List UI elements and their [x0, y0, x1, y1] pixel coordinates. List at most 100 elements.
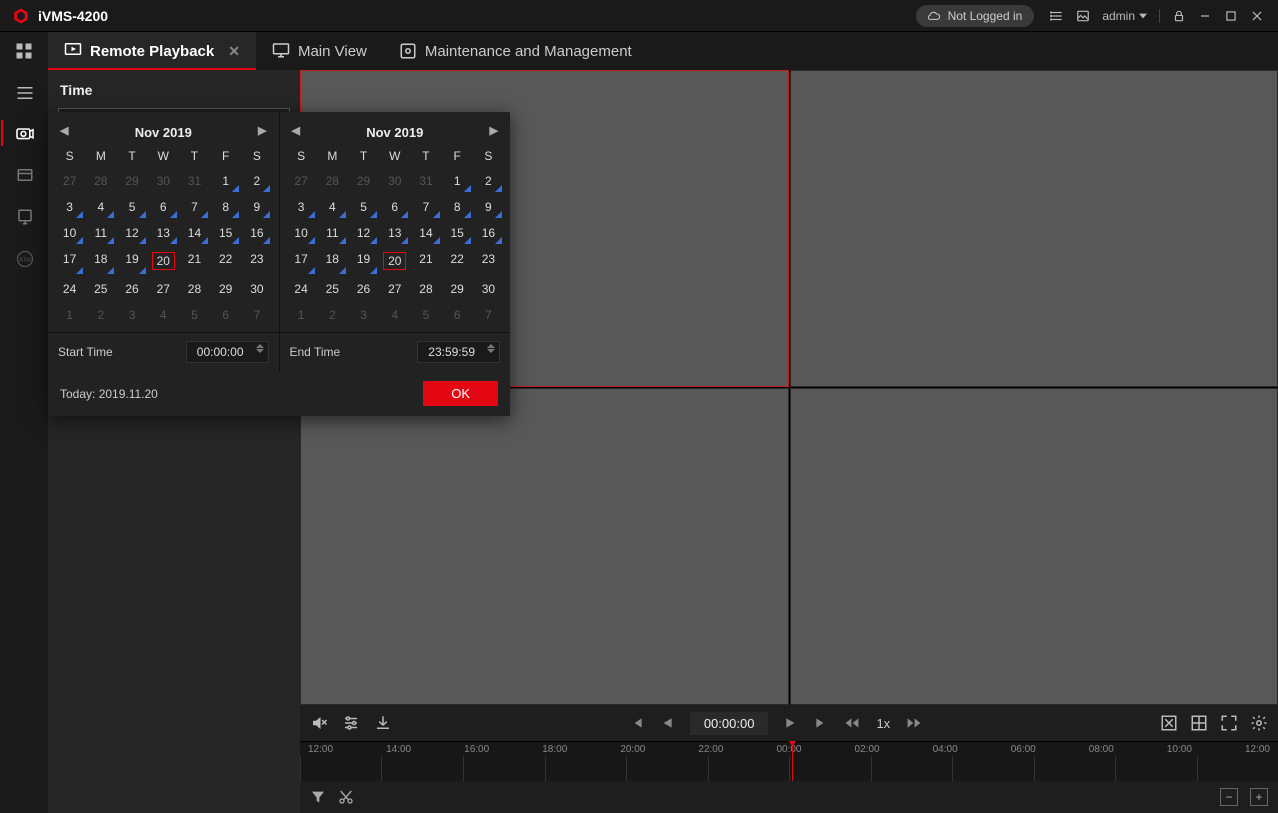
spin-up-icon[interactable] [256, 344, 264, 348]
event-mode-icon[interactable] [7, 158, 43, 192]
calendar-day[interactable]: 28 [85, 168, 116, 194]
calendar-day[interactable]: 7 [179, 194, 210, 220]
calendar-day[interactable]: 29 [348, 168, 379, 194]
calendar-day[interactable]: 16 [473, 220, 504, 246]
maximize-icon[interactable] [1223, 8, 1239, 24]
calendar-day[interactable]: 20 [379, 246, 410, 276]
tab-main-view[interactable]: Main View [256, 32, 383, 70]
calendar-day[interactable]: 3 [286, 194, 317, 220]
fullscreen-icon[interactable] [1220, 714, 1238, 732]
calendar-day[interactable]: 20 [148, 246, 179, 276]
calendar-day[interactable]: 11 [317, 220, 348, 246]
calendar-day[interactable]: 14 [410, 220, 441, 246]
timeline-cursor[interactable] [792, 742, 793, 781]
calendar-day[interactable]: 6 [379, 194, 410, 220]
menu-list-icon[interactable] [1049, 8, 1065, 24]
calendar-day[interactable]: 22 [210, 246, 241, 276]
calendar-day[interactable]: 7 [410, 194, 441, 220]
calendar-day[interactable]: 4 [148, 302, 179, 328]
hamburger-icon[interactable] [7, 78, 43, 108]
next-month-icon[interactable]: ▶ [258, 124, 266, 137]
calendar-day[interactable]: 15 [442, 220, 473, 246]
calendar-day[interactable]: 30 [148, 168, 179, 194]
end-time-input[interactable]: 23:59:59 [417, 341, 500, 363]
app-grid-button[interactable] [0, 32, 48, 70]
calendar-day[interactable]: 26 [116, 276, 147, 302]
calendar-day[interactable]: 24 [54, 276, 85, 302]
calendar-day[interactable]: 23 [241, 246, 272, 276]
calendar-day[interactable]: 23 [473, 246, 504, 276]
calendar-day[interactable]: 9 [241, 194, 272, 220]
calendar-day[interactable]: 8 [210, 194, 241, 220]
video-cell[interactable] [790, 388, 1278, 705]
calendar-day[interactable]: 10 [54, 220, 85, 246]
calendar-day[interactable]: 29 [210, 276, 241, 302]
settings-slider-icon[interactable] [342, 714, 360, 732]
minimize-icon[interactable] [1197, 8, 1213, 24]
close-icon[interactable] [1249, 8, 1265, 24]
calendar-day[interactable]: 13 [148, 220, 179, 246]
calendar-day[interactable]: 21 [179, 246, 210, 276]
calendar-day[interactable]: 1 [442, 168, 473, 194]
calendar-day[interactable]: 28 [179, 276, 210, 302]
expand-button[interactable]: + [1250, 788, 1268, 806]
play-icon[interactable] [784, 716, 798, 730]
spin-down-icon[interactable] [487, 349, 495, 353]
start-time-input[interactable]: 00:00:00 [186, 341, 269, 363]
calendar-day[interactable]: 2 [317, 302, 348, 328]
calendar-day[interactable]: 28 [317, 168, 348, 194]
reverse-play-icon[interactable] [660, 716, 674, 730]
calendar-day[interactable]: 31 [410, 168, 441, 194]
calendar-day[interactable]: 6 [210, 302, 241, 328]
tab-maintenance[interactable]: Maintenance and Management [383, 32, 648, 70]
calendar-day[interactable]: 7 [473, 302, 504, 328]
calendar-day[interactable]: 1 [286, 302, 317, 328]
calendar-day[interactable]: 5 [116, 194, 147, 220]
calendar-day[interactable]: 12 [348, 220, 379, 246]
calendar-day[interactable]: 9 [473, 194, 504, 220]
calendar-day[interactable]: 29 [116, 168, 147, 194]
prev-frame-icon[interactable] [630, 716, 644, 730]
calendar-day[interactable]: 5 [179, 302, 210, 328]
calendar-day[interactable]: 2 [241, 168, 272, 194]
image-icon[interactable] [1075, 8, 1091, 24]
calendar-day[interactable]: 16 [241, 220, 272, 246]
calendar-day[interactable]: 27 [54, 168, 85, 194]
calendar-day[interactable]: 5 [410, 302, 441, 328]
calendar-day[interactable]: 18 [85, 246, 116, 276]
calendar-day[interactable]: 2 [473, 168, 504, 194]
calendar-day[interactable]: 31 [179, 168, 210, 194]
calendar-day[interactable]: 15 [210, 220, 241, 246]
calendar-day[interactable]: 3 [348, 302, 379, 328]
spin-down-icon[interactable] [256, 349, 264, 353]
calendar-day[interactable]: 25 [85, 276, 116, 302]
next-frame-icon[interactable] [814, 716, 828, 730]
calendar-day[interactable]: 6 [148, 194, 179, 220]
calendar-day[interactable]: 28 [410, 276, 441, 302]
calendar-day[interactable]: 26 [348, 276, 379, 302]
fast-forward-icon[interactable] [906, 716, 922, 730]
tab-close-icon[interactable]: ✕ [228, 43, 240, 60]
calendar-day[interactable]: 3 [116, 302, 147, 328]
collapse-button[interactable]: − [1220, 788, 1238, 806]
calendar-day[interactable]: 4 [379, 302, 410, 328]
download-icon[interactable] [374, 714, 392, 732]
calendar-day[interactable]: 12 [116, 220, 147, 246]
device-mode-icon[interactable] [7, 200, 43, 234]
stop-all-icon[interactable] [1160, 714, 1178, 732]
calendar-day[interactable]: 17 [54, 246, 85, 276]
calendar-day[interactable]: 13 [379, 220, 410, 246]
calendar-day[interactable]: 29 [442, 276, 473, 302]
calendar-day[interactable]: 14 [179, 220, 210, 246]
calendar-day[interactable]: 7 [241, 302, 272, 328]
calendar-day[interactable]: 30 [241, 276, 272, 302]
calendar-day[interactable]: 4 [85, 194, 116, 220]
calendar-day[interactable]: 19 [348, 246, 379, 276]
video-cell[interactable] [300, 388, 789, 705]
atm-mode-icon[interactable]: ATM [7, 242, 43, 276]
ok-button[interactable]: OK [423, 381, 498, 406]
calendar-day[interactable]: 17 [286, 246, 317, 276]
calendar-day[interactable]: 30 [379, 168, 410, 194]
layout-icon[interactable] [1190, 714, 1208, 732]
calendar-day[interactable]: 27 [286, 168, 317, 194]
